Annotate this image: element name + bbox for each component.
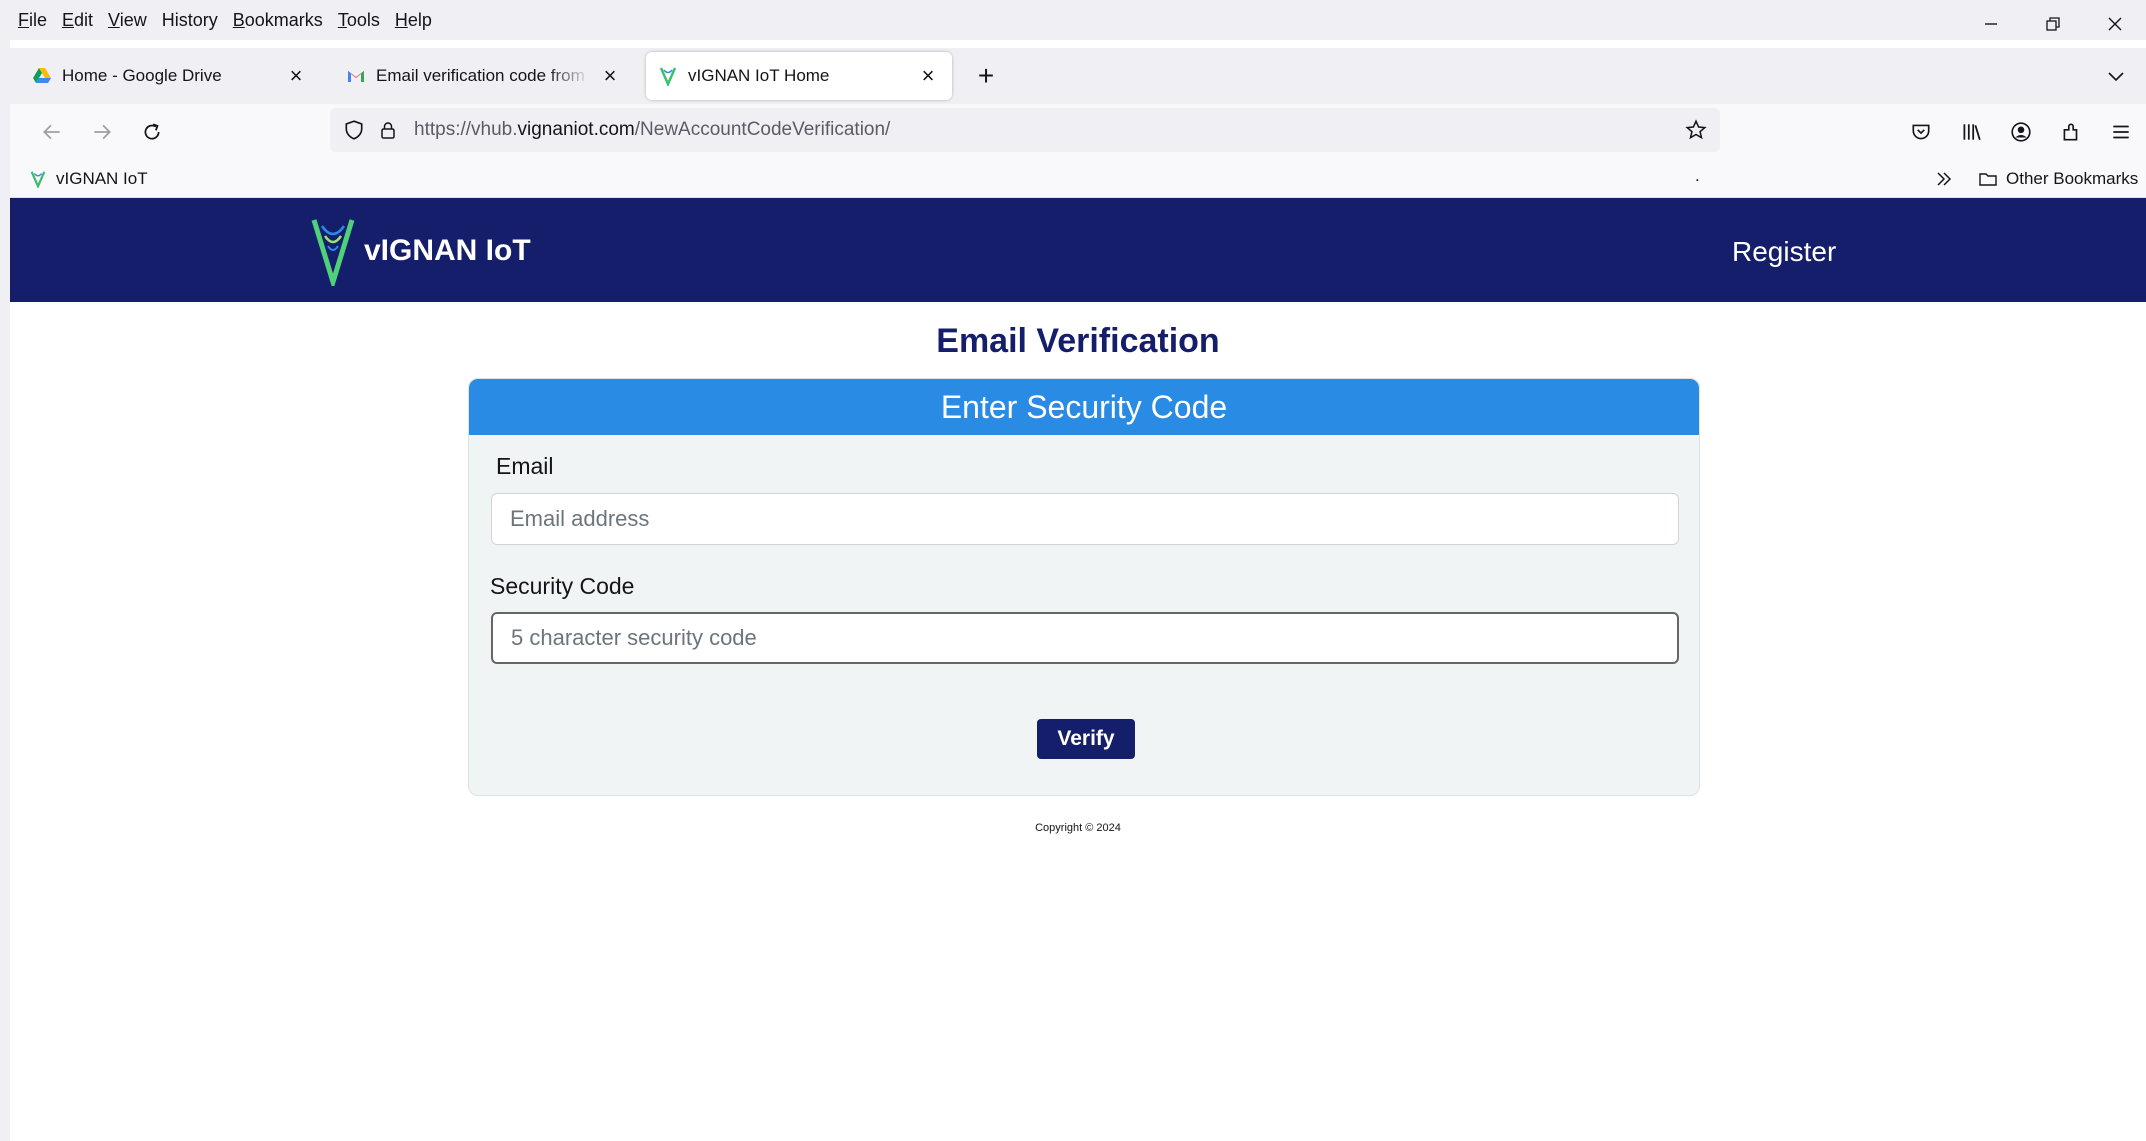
register-link[interactable]: Register bbox=[1732, 236, 1836, 268]
restore-icon bbox=[2046, 17, 2060, 31]
list-all-tabs-button[interactable] bbox=[2098, 58, 2134, 94]
navigation-toolbar: https://vhub.vignaniot.com/NewAccountCod… bbox=[10, 104, 2146, 160]
tab-strip: Home - Google Drive × Email verification… bbox=[10, 48, 2146, 104]
close-window-button[interactable] bbox=[2084, 0, 2146, 48]
plus-icon: + bbox=[977, 60, 995, 91]
menu-help[interactable]: Help bbox=[395, 10, 432, 31]
security-code-label: Security Code bbox=[490, 573, 635, 599]
bookmark-separator: . bbox=[1695, 166, 1700, 185]
tab-vignan-iot-home[interactable]: vIGNAN IoT Home × bbox=[646, 52, 952, 100]
new-tab-button[interactable]: + bbox=[968, 58, 1004, 94]
menu-bar: File Edit View History Bookmarks Tools H… bbox=[10, 0, 2146, 40]
security-code-field[interactable] bbox=[491, 612, 1679, 664]
bookmark-label: Other Bookmarks bbox=[2006, 169, 2139, 188]
gmail-icon bbox=[346, 66, 366, 86]
reload-button[interactable] bbox=[134, 114, 170, 150]
menu-history[interactable]: History bbox=[162, 10, 218, 31]
address-bar[interactable]: https://vhub.vignaniot.com/NewAccountCod… bbox=[330, 108, 1720, 152]
library-button[interactable] bbox=[1946, 114, 1996, 150]
minimize-icon bbox=[1985, 23, 1997, 25]
card-header: Enter Security Code bbox=[469, 379, 1699, 435]
forward-button[interactable] bbox=[84, 114, 120, 150]
tab-close-icon[interactable]: × bbox=[598, 63, 622, 88]
tab-title: vIGNAN IoT Home bbox=[688, 66, 830, 85]
tab-google-drive[interactable]: Home - Google Drive × bbox=[20, 52, 320, 100]
bookmark-vignan-iot[interactable]: vIGNAN IoT bbox=[28, 166, 148, 192]
google-drive-icon bbox=[32, 66, 52, 86]
vignan-logo-icon bbox=[311, 219, 355, 286]
tab-close-icon[interactable]: × bbox=[284, 63, 308, 88]
star-icon bbox=[1685, 119, 1707, 140]
browser-window: File Edit View History Bookmarks Tools H… bbox=[0, 0, 2146, 1141]
other-bookmarks-folder[interactable]: Other Bookmarks bbox=[1978, 166, 2138, 192]
vignan-icon bbox=[658, 66, 678, 86]
web-page: vIGNAN IoT Register Email Verification E… bbox=[10, 198, 2146, 1141]
minimize-button[interactable] bbox=[1960, 0, 2022, 48]
extensions-button[interactable] bbox=[2046, 114, 2096, 150]
bookmarks-toolbar: vIGNAN IoT . Other Bookmarks bbox=[10, 160, 2146, 198]
site-navbar: vIGNAN IoT Register bbox=[10, 198, 2146, 302]
vignan-icon bbox=[28, 169, 48, 189]
window-controls bbox=[1960, 0, 2146, 48]
site-name: vIGNAN IoT bbox=[364, 234, 531, 267]
hamburger-menu-icon bbox=[2113, 125, 2129, 139]
menu-tools[interactable]: Tools bbox=[338, 10, 380, 31]
site-logo[interactable]: vIGNAN IoT bbox=[308, 216, 531, 286]
restore-button[interactable] bbox=[2022, 0, 2084, 48]
library-icon bbox=[1963, 124, 1981, 140]
email-field[interactable] bbox=[491, 493, 1679, 545]
arrow-left-icon bbox=[43, 124, 60, 140]
tracking-protection-icon[interactable] bbox=[338, 114, 370, 146]
url-text: https://vhub.vignaniot.com/NewAccountCod… bbox=[414, 119, 891, 140]
bookmark-star-button[interactable] bbox=[1680, 114, 1712, 146]
back-button[interactable] bbox=[34, 114, 70, 150]
bookmarks-overflow-button[interactable] bbox=[1934, 166, 1954, 192]
menu-file[interactable]: File bbox=[18, 10, 47, 31]
tab-close-icon[interactable]: × bbox=[916, 63, 940, 88]
puzzle-icon bbox=[2063, 123, 2078, 141]
close-icon bbox=[2108, 17, 2122, 31]
chevron-down-icon bbox=[2108, 72, 2124, 82]
verification-card: Enter Security Code Email Security Code … bbox=[468, 378, 1700, 796]
menu-edit[interactable]: Edit bbox=[62, 10, 93, 31]
tab-title: Home - Google Drive bbox=[62, 66, 222, 85]
folder-icon bbox=[1978, 169, 1998, 189]
tab-gmail[interactable]: Email verification code from VIGNAN IoT … bbox=[334, 52, 634, 100]
tab-title: Email verification code from VIGNAN IoT bbox=[376, 66, 590, 85]
bookmark-label: vIGNAN IoT bbox=[56, 169, 148, 188]
account-button[interactable] bbox=[1996, 114, 2046, 150]
copyright-footer: Copyright © 2024 bbox=[1035, 822, 1121, 834]
app-menu-button[interactable] bbox=[2096, 114, 2146, 150]
toolbar-right bbox=[1896, 114, 2146, 150]
account-icon bbox=[2011, 122, 2031, 142]
double-chevron-right-icon bbox=[1937, 172, 1952, 186]
page-title: Email Verification bbox=[936, 322, 1220, 360]
menu-bookmarks[interactable]: Bookmarks bbox=[233, 10, 323, 31]
reload-icon bbox=[144, 123, 160, 140]
pocket-button[interactable] bbox=[1896, 114, 1946, 150]
verify-button[interactable]: Verify bbox=[1037, 719, 1135, 759]
menu-view[interactable]: View bbox=[108, 10, 147, 31]
lock-icon[interactable] bbox=[372, 114, 404, 146]
email-label: Email bbox=[496, 453, 554, 479]
pocket-icon bbox=[1912, 124, 1930, 140]
arrow-right-icon bbox=[94, 124, 111, 140]
